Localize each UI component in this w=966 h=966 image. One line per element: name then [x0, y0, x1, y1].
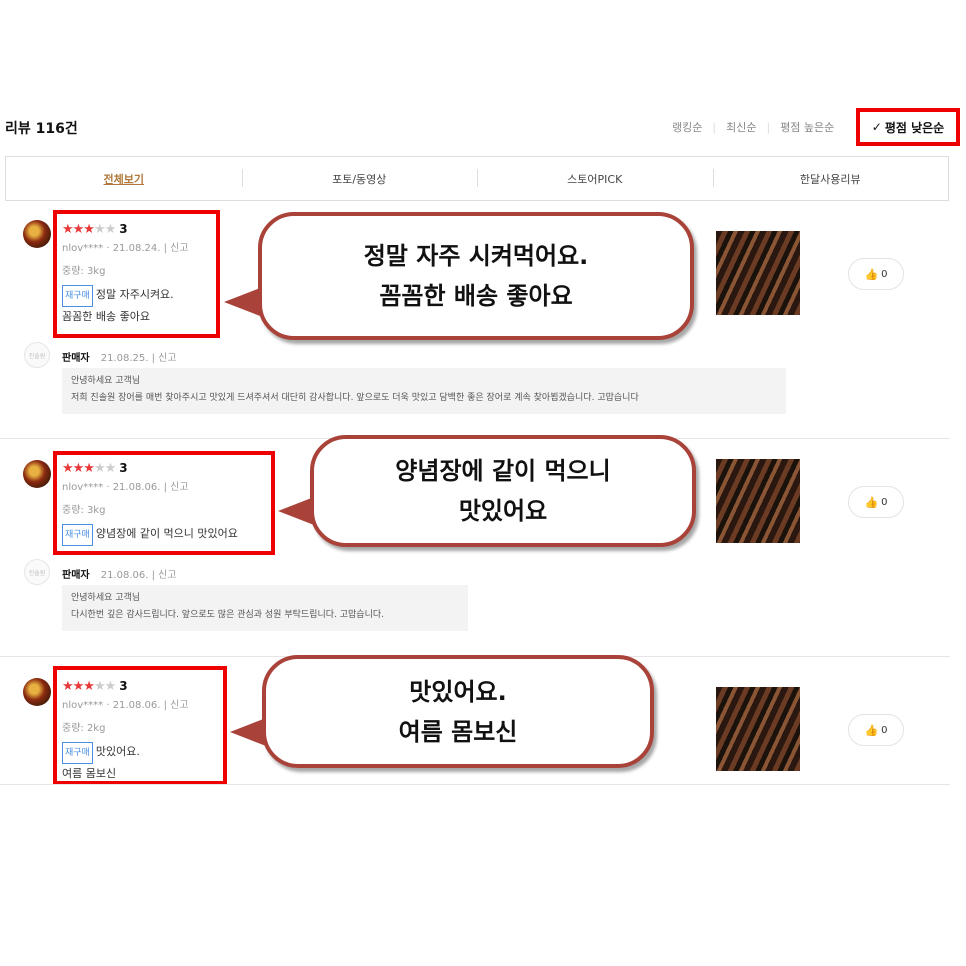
review-photo[interactable]	[716, 231, 800, 315]
seller-header: 판매자 21.08.25. | 신고	[62, 353, 177, 364]
review-meta: nlov**** · 21.08.06. | 신고	[62, 700, 189, 711]
tab-month-review[interactable]: 한달사용리뷰	[712, 168, 949, 187]
divider: |	[766, 120, 771, 134]
like-button[interactable]: 👍 0	[848, 486, 904, 518]
thumbs-up-icon: 👍	[864, 723, 879, 737]
review-photo[interactable]	[716, 687, 800, 771]
rating-score: 3	[119, 222, 128, 236]
option-weight: 중량: 3kg	[62, 505, 106, 516]
sort-ranking[interactable]: 랭킹순	[672, 119, 702, 135]
avatar	[23, 678, 51, 706]
tab-all[interactable]: 전체보기	[6, 171, 242, 187]
divider	[0, 784, 950, 785]
sort-latest[interactable]: 최신순	[726, 119, 756, 135]
review-meta: nlov**** · 21.08.24. | 신고	[62, 243, 189, 254]
review-text: 맛있어요.	[95, 745, 140, 758]
thumbs-up-icon: 👍	[864, 267, 879, 281]
speech-bubble: 양념장에 같이 먹으니 맛있어요	[310, 435, 696, 547]
bubble-tail	[224, 288, 260, 316]
review-count-title: 리뷰 116건	[5, 121, 78, 137]
review-text: 꼼꼼한 배송 좋아요	[62, 310, 150, 323]
option-weight: 중량: 3kg	[62, 266, 106, 277]
sort-rating-low[interactable]: ✓ 평점 낮은순	[856, 108, 960, 146]
sort-rating-low-label: 평점 낮은순	[884, 120, 945, 135]
divider: |	[712, 120, 717, 134]
review-body: ★★★★★ 3 nlov**** · 21.08.06. | 신고 중량: 3kg…	[62, 457, 238, 546]
thumbs-up-icon: 👍	[864, 495, 879, 509]
review-meta: nlov**** · 21.08.06. | 신고	[62, 482, 189, 493]
tab-store-pick[interactable]: 스토어PICK	[477, 168, 713, 187]
seller-reply: 안녕하세요 고객님 다시한번 깊은 감사드립니다. 앞으로도 많은 관심과 성원…	[62, 585, 468, 631]
seller-reply: 안녕하세요 고객님 저희 진솔원 장어를 매번 찾아주시고 맛있게 드셔주셔서 …	[62, 368, 786, 414]
seller-avatar: 진솔원	[24, 342, 50, 368]
review-text: 양념장에 같이 먹으니 맛있어요	[95, 527, 238, 540]
like-button[interactable]: 👍 0	[848, 258, 904, 290]
repurchase-badge: 재구매	[62, 524, 93, 546]
seller-header: 판매자 21.08.06. | 신고	[62, 570, 177, 581]
repurchase-badge: 재구매	[62, 285, 93, 307]
avatar	[23, 220, 51, 248]
seller-avatar: 진솔원	[24, 559, 50, 585]
review-body: ★★★★★ 3 nlov**** · 21.08.06. | 신고 중량: 2kg…	[62, 675, 189, 784]
check-icon: ✓	[871, 120, 882, 134]
sort-rating-high[interactable]: 평점 높은순	[780, 119, 834, 135]
sort-options: 랭킹순 | 최신순 | 평점 높은순	[672, 119, 834, 135]
review-body: ★★★★★ 3 nlov**** · 21.08.24. | 신고 중량: 3kg…	[62, 218, 189, 327]
star-rating: ★★★★★	[62, 222, 116, 237]
review-text: 정말 자주시켜요.	[95, 288, 174, 301]
review-text: 여름 몸보신	[62, 767, 117, 780]
bubble-tail	[230, 718, 266, 746]
star-rating: ★★★★★	[62, 679, 116, 694]
repurchase-badge: 재구매	[62, 742, 93, 764]
review-filter-tabs: 전체보기 포토/동영상 스토어PICK 한달사용리뷰	[5, 156, 949, 201]
tab-photo-video[interactable]: 포토/동영상	[241, 168, 478, 187]
star-rating: ★★★★★	[62, 461, 116, 476]
rating-score: 3	[119, 461, 128, 475]
avatar	[23, 460, 51, 488]
bubble-tail	[278, 497, 314, 525]
option-weight: 중량: 2kg	[62, 723, 106, 734]
rating-score: 3	[119, 679, 128, 693]
review-photo[interactable]	[716, 459, 800, 543]
like-button[interactable]: 👍 0	[848, 714, 904, 746]
speech-bubble: 맛있어요. 여름 몸보신	[262, 655, 654, 768]
speech-bubble: 정말 자주 시켜먹어요. 꼼꼼한 배송 좋아요	[258, 212, 694, 340]
